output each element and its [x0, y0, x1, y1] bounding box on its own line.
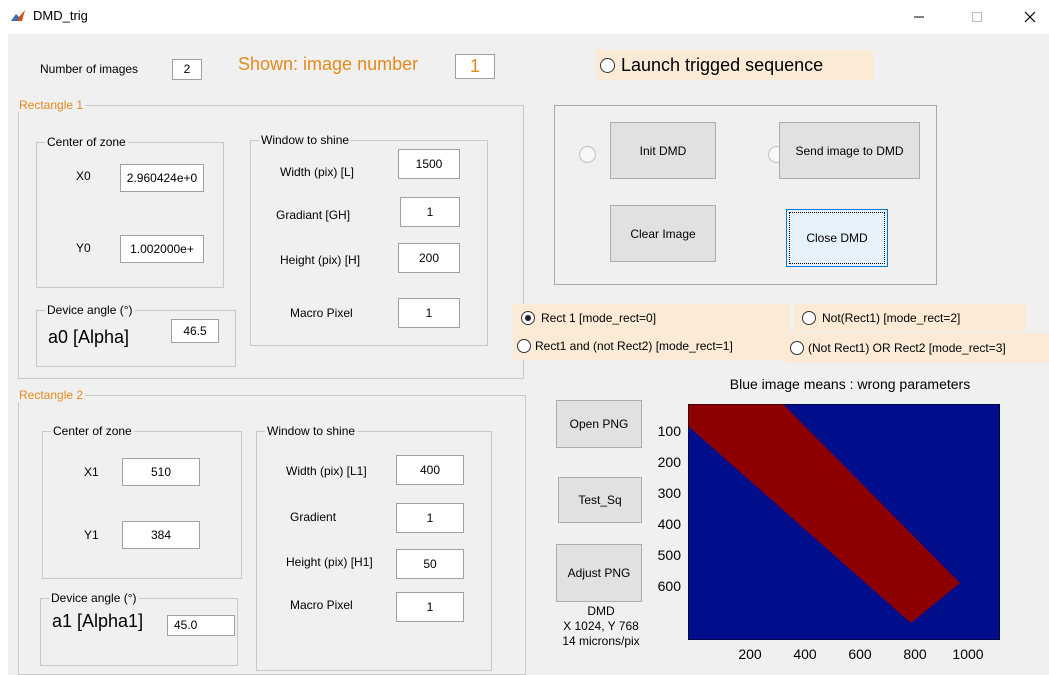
y-tick-300: 300: [657, 485, 681, 501]
mode-3-label: (Not Rect1) OR Rect2 [mode_rect=3]: [808, 341, 1006, 355]
shown-image-field[interactable]: 1: [455, 54, 495, 79]
rect1-center-title: Center of zone: [45, 135, 128, 149]
rect2-center-panel: Center of zone: [42, 424, 242, 579]
mode-0-label: Rect 1 [mode_rect=0]: [541, 311, 657, 325]
mode-1-indicator: [517, 339, 531, 353]
macro-pixel-field[interactable]: 1: [398, 298, 460, 328]
send-image-button[interactable]: Send image to DMD: [779, 122, 920, 179]
mode-rect-2-radio[interactable]: Not(Rect1) [mode_rect=2]: [794, 304, 1026, 332]
minimize-icon: [914, 16, 924, 18]
mode-2-label: Not(Rect1) [mode_rect=2]: [822, 311, 961, 325]
maximize-button[interactable]: [954, 2, 1000, 32]
macro-pixel-2-field[interactable]: 1: [396, 592, 464, 622]
height-h1-field[interactable]: 50: [396, 549, 464, 579]
x-tick-200: 200: [738, 646, 762, 662]
close-icon: [1024, 11, 1035, 23]
y1-field[interactable]: 384: [122, 521, 200, 549]
rectangle-1-title: Rectangle 1: [17, 98, 86, 112]
y-tick-200: 200: [657, 454, 681, 470]
close-window-button[interactable]: [1010, 2, 1049, 32]
dmd-preview-image: [688, 404, 1000, 640]
minimize-button[interactable]: [896, 2, 942, 32]
y-tick-600: 600: [657, 578, 681, 594]
clear-image-button[interactable]: Clear Image: [610, 205, 716, 262]
dmd-info-line2: X 1024, Y 768: [563, 619, 639, 633]
rect1-window-title: Window to shine: [259, 133, 352, 147]
y0-field[interactable]: 1.002000e+: [120, 235, 204, 263]
init-dmd-radio[interactable]: [579, 146, 596, 163]
height-h-label: Height (pix) [H]: [280, 253, 361, 267]
init-dmd-button[interactable]: Init DMD: [610, 122, 716, 179]
adjust-png-button[interactable]: Adjust PNG: [556, 544, 642, 602]
mode-rect-3-radio[interactable]: (Not Rect1) OR Rect2 [mode_rect=3]: [786, 333, 1049, 363]
window-title: DMD_trig: [33, 8, 88, 23]
dmd-info: DMD X 1024, Y 768 14 microns/pix: [536, 604, 666, 649]
launch-radio-indicator: [600, 57, 615, 73]
close-dmd-button[interactable]: Close DMD: [786, 209, 888, 267]
height-h-field[interactable]: 200: [398, 243, 460, 273]
mode-rect-1-radio[interactable]: Rect1 and (not Rect2) [mode_rect=1]: [513, 332, 791, 360]
rectangle-2-title: Rectangle 2: [17, 388, 86, 402]
test-sq-button[interactable]: Test_Sq: [558, 477, 642, 523]
maximize-icon: [972, 12, 982, 22]
mode-3-indicator: [790, 341, 804, 355]
open-png-button[interactable]: Open PNG: [556, 400, 642, 448]
shown-image-label: Shown: image number: [238, 54, 419, 74]
a1-label: a1 [Alpha1]: [52, 611, 144, 631]
rect2-center-title: Center of zone: [51, 424, 134, 438]
rect1-angle-title: Device angle (°): [45, 303, 135, 317]
x-tick-1000: 1000: [952, 646, 984, 662]
gradiant-gh-field[interactable]: 1: [400, 197, 460, 227]
x0-label: X0: [76, 169, 91, 183]
gradient-field[interactable]: 1: [396, 503, 464, 533]
x1-label: X1: [84, 465, 99, 479]
y-tick-100: 100: [657, 423, 681, 439]
x-tick-800: 800: [903, 646, 927, 662]
a0-field[interactable]: 46.5: [171, 319, 219, 343]
rect2-angle-title: Device angle (°): [49, 591, 139, 605]
x-tick-400: 400: [793, 646, 817, 662]
figure-client-area: Number of images 2 Shown: image number 1…: [8, 34, 1049, 675]
width-l1-field[interactable]: 400: [396, 455, 464, 485]
matlab-icon: [11, 10, 25, 21]
dmd-info-line3: 14 microns/pix: [562, 634, 640, 648]
gradiant-gh-label: Gradiant [GH]: [276, 208, 351, 222]
mode-0-indicator: [521, 311, 535, 325]
num-images-field[interactable]: 2: [172, 59, 202, 80]
mode-2-indicator: [802, 311, 816, 325]
height-h1-label: Height (pix) [H1]: [286, 555, 373, 569]
rect2-window-title: Window to shine: [265, 424, 358, 438]
width-l1-label: Width (pix) [L1]: [286, 464, 367, 478]
x1-field[interactable]: 510: [122, 458, 200, 486]
y1-label: Y1: [84, 528, 99, 542]
x0-field[interactable]: 2.960424e+0: [120, 164, 204, 192]
preview-title: Blue image means : wrong parameters: [729, 376, 971, 392]
y0-label: Y0: [76, 241, 91, 255]
mode-rect-0-radio[interactable]: Rect 1 [mode_rect=0]: [513, 304, 790, 332]
macro-pixel-label: Macro Pixel: [290, 306, 353, 320]
title-bar: DMD_trig: [0, 0, 1049, 34]
a1-field[interactable]: 45.0: [167, 615, 235, 636]
a0-label: a0 [Alpha]: [48, 327, 130, 347]
dmd-info-line1: DMD: [587, 604, 615, 618]
macro-pixel-2-label: Macro Pixel: [290, 598, 353, 612]
mode-1-label: Rect1 and (not Rect2) [mode_rect=1]: [535, 339, 733, 353]
width-l-label: Width (pix) [L]: [280, 165, 355, 179]
width-l-field[interactable]: 1500: [398, 149, 460, 179]
launch-sequence-radio[interactable]: Launch trigged sequence: [596, 50, 874, 80]
gradient-label: Gradient: [290, 510, 337, 524]
y-tick-400: 400: [657, 516, 681, 532]
num-images-label: Number of images: [40, 62, 139, 76]
x-tick-600: 600: [848, 646, 872, 662]
y-tick-500: 500: [657, 547, 681, 563]
launch-label: Launch trigged sequence: [621, 54, 824, 75]
